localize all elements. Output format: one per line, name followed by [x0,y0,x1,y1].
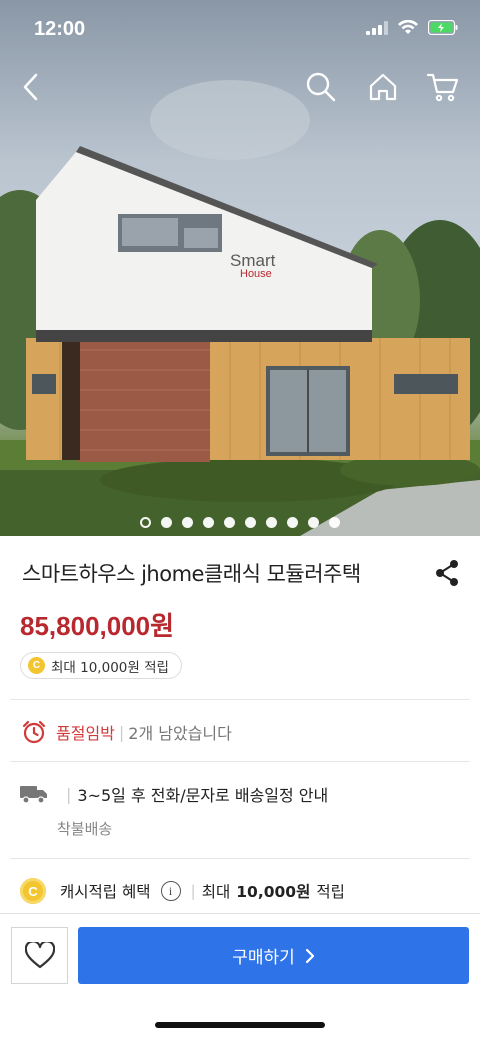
product-price: 85,800,000원 [20,611,175,641]
shipping-row: | 3~5일 후 전화/문자로 배송일정 안내 [20,780,328,808]
carousel-dot[interactable] [182,517,193,528]
coin-icon: C [20,878,46,904]
carousel-dot[interactable] [245,517,256,528]
chevron-left-icon [23,73,38,101]
logo-line-smart: Smart [230,251,276,270]
carousel-dot[interactable] [161,517,172,528]
status-icons [366,20,458,35]
cart-icon [427,73,459,102]
cashback-suffix: 적립 [316,883,345,901]
home-indicator[interactable] [155,1022,325,1028]
buy-button-label: 구매하기 [232,948,295,968]
signal-icon [366,20,388,35]
shipping-info-text: 3~5일 후 전화/문자로 배송일정 안내 [77,786,329,805]
cart-button[interactable] [420,64,466,110]
product-image-carousel[interactable]: Smart House 12:00 [0,0,480,536]
search-icon [306,72,336,102]
carousel-dot[interactable] [329,517,340,528]
share-button[interactable] [432,558,462,588]
stock-remaining-text: 2개 남았습니다 [128,724,232,743]
home-button[interactable] [360,64,406,110]
wifi-icon [398,20,418,34]
buy-button[interactable]: 구매하기 [78,927,469,984]
cashback-row: C 캐시적립 혜택 i | 최대 10,000원 적립 [20,876,345,906]
product-title: 스마트하우스 jhome클래식 모듈러주택 [22,562,361,586]
stock-label: 품절임박 [56,724,115,743]
chevron-right-icon [305,948,314,963]
carousel-dot[interactable] [308,517,319,528]
cashback-label: 캐시적립 혜택 [60,883,151,901]
wishlist-button[interactable] [11,927,68,984]
smart-house-logo: Smart House [230,252,275,280]
share-icon [436,560,458,586]
stock-status-row: 품절임박 | 2개 남았습니다 [22,717,232,747]
heart-icon [24,942,55,969]
divider [10,858,470,859]
carousel-indicator [0,517,480,528]
truck-icon [20,786,47,804]
cashback-amount: 10,000원 [236,883,311,901]
status-bar: 12:00 [0,0,480,58]
info-icon[interactable]: i [160,881,181,901]
back-button[interactable] [8,64,54,110]
carousel-dot[interactable] [266,517,277,528]
cashback-separator: | [190,882,196,900]
carousel-dot[interactable] [203,517,214,528]
home-icon [369,73,397,101]
reward-badge-text: 최대 10,000원 적립 [51,659,169,676]
carousel-dot[interactable] [140,517,151,528]
divider [10,699,470,700]
coin-icon: C [28,657,45,674]
divider [10,761,470,762]
carousel-dot[interactable] [287,517,298,528]
search-button[interactable] [298,64,344,110]
carousel-dot[interactable] [224,517,235,528]
shipping-separator: | [66,784,72,804]
alarm-clock-icon [22,720,46,744]
bottom-action-bar: 구매하기 [0,913,480,1039]
status-time: 12:00 [34,18,86,40]
stock-separator: | [118,722,125,742]
cashback-prefix: 최대 [201,883,231,901]
reward-badge: C 최대 10,000원 적립 [20,652,182,679]
shipping-type: 착불배송 [57,820,113,838]
battery-icon [428,20,458,35]
top-navigation [0,64,480,110]
product-title-row: 스마트하우스 jhome클래식 모듈러주택 [22,556,462,590]
logo-line-house: House [240,268,272,280]
